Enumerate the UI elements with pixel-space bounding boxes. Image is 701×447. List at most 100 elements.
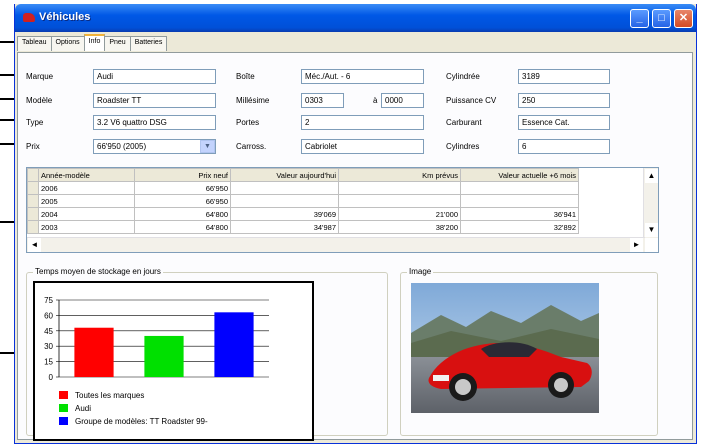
cylindree-field[interactable]: 3189 xyxy=(518,69,610,84)
minimize-button[interactable]: _ xyxy=(630,9,649,28)
table-cell xyxy=(338,194,461,208)
stock-time-chart: 75 60 45 30 15 0 Toutes les marques Audi Groupe … xyxy=(33,281,314,441)
chart-y-tick-label: 45 xyxy=(44,327,53,336)
row-selector[interactable] xyxy=(27,194,39,208)
table-cell: 2006 xyxy=(38,181,135,195)
carburant-label: Carburant xyxy=(446,118,482,127)
table-row[interactable]: 2004 64'800 39'069 21'000 36'941 xyxy=(27,207,579,221)
marque-field[interactable]: Audi xyxy=(93,69,216,84)
chart-y-tick-label: 75 xyxy=(44,296,53,305)
value-table[interactable]: Année-modèle Prix neuf Valeur aujourd'hu… xyxy=(26,167,659,253)
value-table-grid: Année-modèle Prix neuf Valeur aujourd'hu… xyxy=(27,168,579,234)
chart-canvas: 75 60 45 30 15 0 Toutes les marques Audi Groupe … xyxy=(44,296,269,426)
col-header-annee[interactable]: Année-modèle xyxy=(38,168,135,182)
cylindree-label: Cylindrée xyxy=(446,72,480,81)
row-selector[interactable] xyxy=(27,220,39,234)
portes-label: Portes xyxy=(236,118,260,127)
window-title: Véhicules xyxy=(39,11,91,23)
table-cell: 66'950 xyxy=(134,194,231,208)
car-icon xyxy=(23,13,35,22)
chart-legend-swatch xyxy=(59,417,68,425)
modele-field[interactable]: Roadster TT xyxy=(93,93,216,108)
maximize-button[interactable]: □ xyxy=(652,9,671,28)
portes-field[interactable]: 2 xyxy=(301,115,424,130)
chart-legend-label: Groupe de modèles: TT Roadster 99- xyxy=(75,417,208,426)
type-field[interactable]: 3.2 V6 quattro DSG xyxy=(93,115,216,130)
scroll-down-icon[interactable]: ▼ xyxy=(645,223,658,237)
table-cell xyxy=(230,181,339,195)
tab-pneu[interactable]: Pneu xyxy=(104,36,131,51)
table-cell: 21'000 xyxy=(338,207,461,221)
cylindres-field[interactable]: 6 xyxy=(518,139,610,154)
vertical-scrollbar[interactable]: ▲ ▼ xyxy=(643,168,658,238)
chart-bar xyxy=(74,327,114,377)
boite-field[interactable]: Méc./Aut. - 6 xyxy=(301,69,424,84)
table-cell xyxy=(460,181,579,195)
table-row[interactable]: 2005 66'950 xyxy=(27,194,579,208)
table-cell: 2004 xyxy=(38,207,135,221)
table-cell: 2005 xyxy=(38,194,135,208)
table-cell: 39'069 xyxy=(230,207,339,221)
chart-bar xyxy=(214,312,254,377)
chart-y-tick-label: 0 xyxy=(49,373,54,382)
table-row[interactable]: 2006 66'950 xyxy=(27,181,579,195)
table-cell: 34'987 xyxy=(230,220,339,234)
table-cell: 66'950 xyxy=(134,181,231,195)
tab-options[interactable]: Options xyxy=(50,36,85,51)
table-cell xyxy=(460,194,579,208)
tab-tableau[interactable]: Tableau xyxy=(17,36,52,51)
col-header-valeur-6-mois[interactable]: Valeur actuelle +6 mois xyxy=(460,168,579,182)
col-header-valeur-aujourdhui[interactable]: Valeur aujourd'hui xyxy=(230,168,339,182)
carburant-field[interactable]: Essence Cat. xyxy=(518,115,610,130)
chart-legend-swatch xyxy=(59,404,68,412)
type-label: Type xyxy=(26,118,44,127)
row-selector[interactable] xyxy=(27,181,39,195)
table-cell xyxy=(338,181,461,195)
tab-batteries[interactable]: Batteries xyxy=(129,36,168,51)
millesime-to-field[interactable]: 0000 xyxy=(381,93,424,108)
row-selector-header xyxy=(27,168,39,182)
col-header-prix-neuf[interactable]: Prix neuf xyxy=(134,168,231,182)
chart-y-tick-label: 30 xyxy=(44,342,53,351)
tab-strip: Tableau Options Info Pneu Batteries xyxy=(17,34,168,52)
marque-label: Marque xyxy=(26,72,54,81)
table-cell xyxy=(230,194,339,208)
chart-y-tick-label: 60 xyxy=(44,311,53,320)
modele-label: Modèle xyxy=(26,96,53,105)
millesime-from-field[interactable]: 0303 xyxy=(301,93,344,108)
table-row[interactable]: 2003 64'800 34'987 38'200 32'892 xyxy=(27,220,579,234)
chart-bar xyxy=(144,335,184,377)
col-header-km-prevus[interactable]: Km prévus xyxy=(338,168,461,182)
prix-select[interactable]: 66'950 (2005) xyxy=(93,139,216,154)
cylindres-label: Cylindres xyxy=(446,142,480,151)
image-group-title: Image xyxy=(407,267,434,276)
tab-info[interactable]: Info xyxy=(83,34,106,51)
chart-y-tick-label: 15 xyxy=(44,358,53,367)
carross-label: Carross. xyxy=(236,142,267,151)
scroll-left-icon[interactable]: ◄ xyxy=(28,238,41,252)
close-button[interactable]: ✕ xyxy=(674,9,693,28)
table-header-row: Année-modèle Prix neuf Valeur aujourd'hu… xyxy=(27,168,579,182)
chart-legend-label: Audi xyxy=(75,404,91,413)
stock-time-group-title: Temps moyen de stockage en jours xyxy=(33,267,163,276)
table-cell: 32'892 xyxy=(460,220,579,234)
vehicle-photo xyxy=(411,283,599,413)
table-cell: 64'800 xyxy=(134,220,231,234)
puissance-label: Puissance CV xyxy=(446,96,497,105)
chart-legend-label: Toutes les marques xyxy=(75,391,144,400)
table-cell: 38'200 xyxy=(338,220,461,234)
prix-dropdown-icon[interactable]: ▼ xyxy=(200,140,215,153)
title-bar[interactable]: Véhicules _ □ ✕ xyxy=(15,4,696,32)
chart-legend-swatch xyxy=(59,391,68,399)
millesime-label: Millésime xyxy=(236,96,270,105)
table-cell: 36'941 xyxy=(460,207,579,221)
table-cell: 2003 xyxy=(38,220,135,234)
row-selector[interactable] xyxy=(27,207,39,221)
boite-label: Boîte xyxy=(236,72,255,81)
scroll-up-icon[interactable]: ▲ xyxy=(645,169,658,183)
horizontal-scrollbar[interactable]: ◄ ► xyxy=(27,237,645,252)
carross-field[interactable]: Cabriolet xyxy=(301,139,424,154)
prix-label: Prix xyxy=(26,142,40,151)
puissance-field[interactable]: 250 xyxy=(518,93,610,108)
scroll-right-icon[interactable]: ► xyxy=(630,238,643,252)
